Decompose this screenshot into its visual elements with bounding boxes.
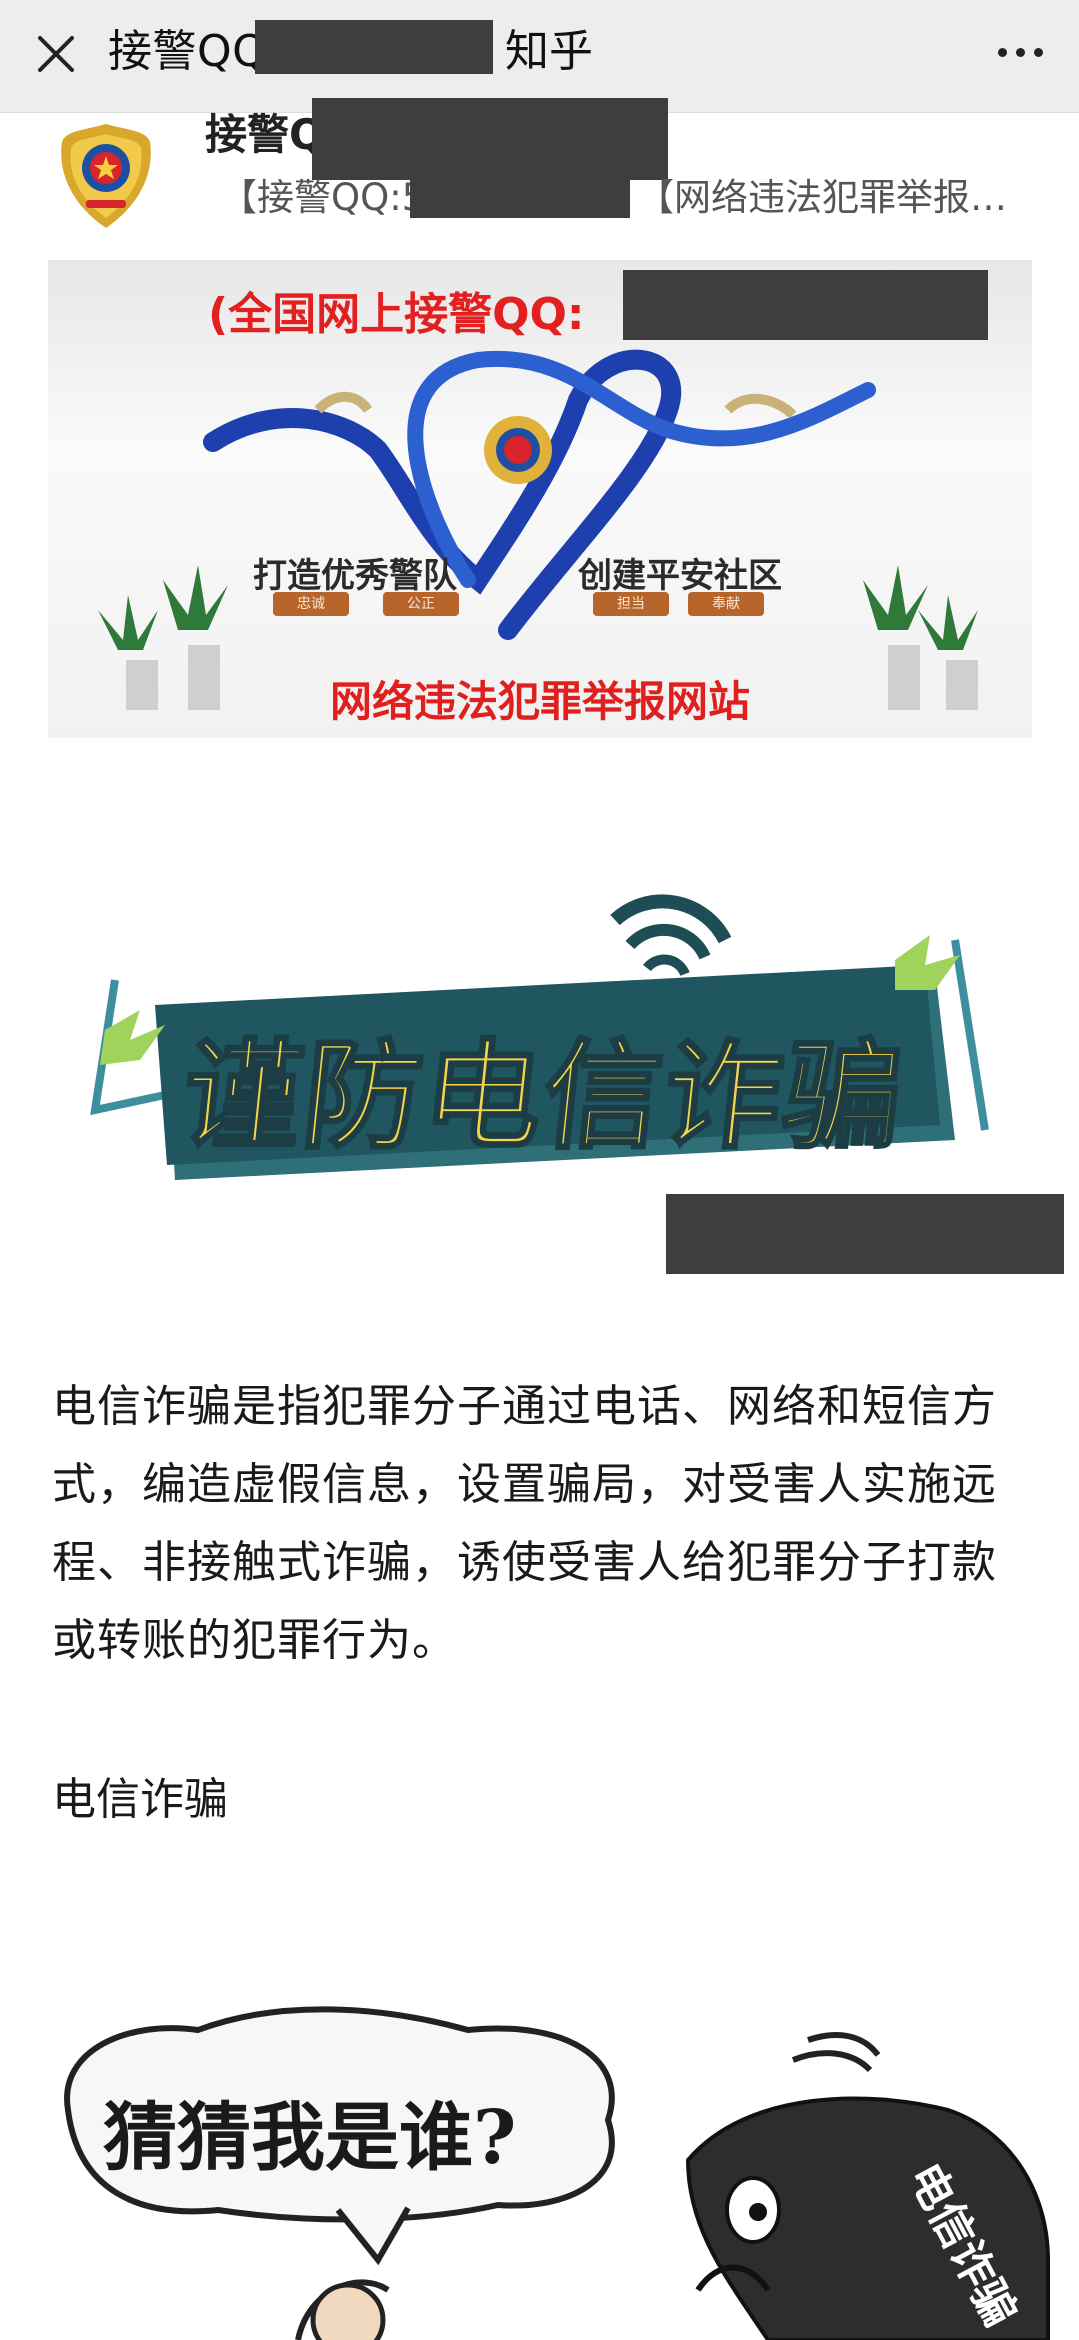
banner-tag: 公正 bbox=[383, 592, 459, 616]
banner-heart-graphic bbox=[98, 349, 978, 710]
author-subtitle-suffix: 【网络违法犯罪举报… bbox=[637, 176, 1007, 219]
more-icon-dot bbox=[1015, 47, 1025, 57]
page-title: 接警QQ bbox=[108, 26, 268, 77]
police-banner-image[interactable]: (全国网上接警QQ: 打造优秀警队 创建平安社区 忠诚 公正 担当 奉献 网络违… bbox=[48, 260, 1032, 738]
beware-fraud-text: 谨防电信诈骗 bbox=[175, 1026, 913, 1167]
author-name[interactable]: 接警Q bbox=[205, 108, 325, 162]
banner-slogan-right: 创建平安社区 bbox=[578, 556, 782, 596]
redaction-bar bbox=[666, 1194, 1064, 1274]
banner-tag: 奉献 bbox=[688, 592, 764, 616]
beware-fraud-graphic[interactable]: 谨防电信诈骗 bbox=[55, 880, 1020, 1210]
banner-site-text: 网络违法犯罪举报网站 bbox=[329, 677, 750, 726]
police-badge-avatar[interactable] bbox=[56, 120, 156, 232]
more-icon bbox=[997, 47, 1007, 57]
banner-tag: 担当 bbox=[593, 592, 669, 616]
close-button[interactable] bbox=[30, 28, 82, 80]
redaction-bar bbox=[312, 98, 668, 180]
article-paragraph: 电信诈骗是指犯罪分子通过电话、网络和短信方式，编造虚假信息，设置骗局，对受害人实… bbox=[52, 1381, 997, 1666]
top-bar: 接警QQ 知乎 bbox=[0, 0, 1079, 113]
article-subheading: 电信诈骗 bbox=[52, 1774, 228, 1825]
banner-slogan-left: 打造优秀警队 bbox=[253, 556, 457, 596]
redaction-bar bbox=[255, 20, 493, 74]
more-button[interactable] bbox=[985, 24, 1055, 80]
banner-tag: 忠诚 bbox=[273, 592, 349, 616]
redaction-bar bbox=[410, 176, 630, 218]
author-subtitle: 【接警QQ:5 bbox=[220, 176, 426, 219]
more-icon-dot bbox=[1033, 47, 1043, 57]
cartoon-image[interactable]: 猜猜我是谁? 电信诈骗 bbox=[48, 1960, 1079, 2340]
page-title-suffix: 知乎 bbox=[505, 26, 593, 77]
speech-bubble-text: 猜猜我是谁? bbox=[103, 2095, 517, 2181]
close-icon bbox=[38, 36, 74, 72]
